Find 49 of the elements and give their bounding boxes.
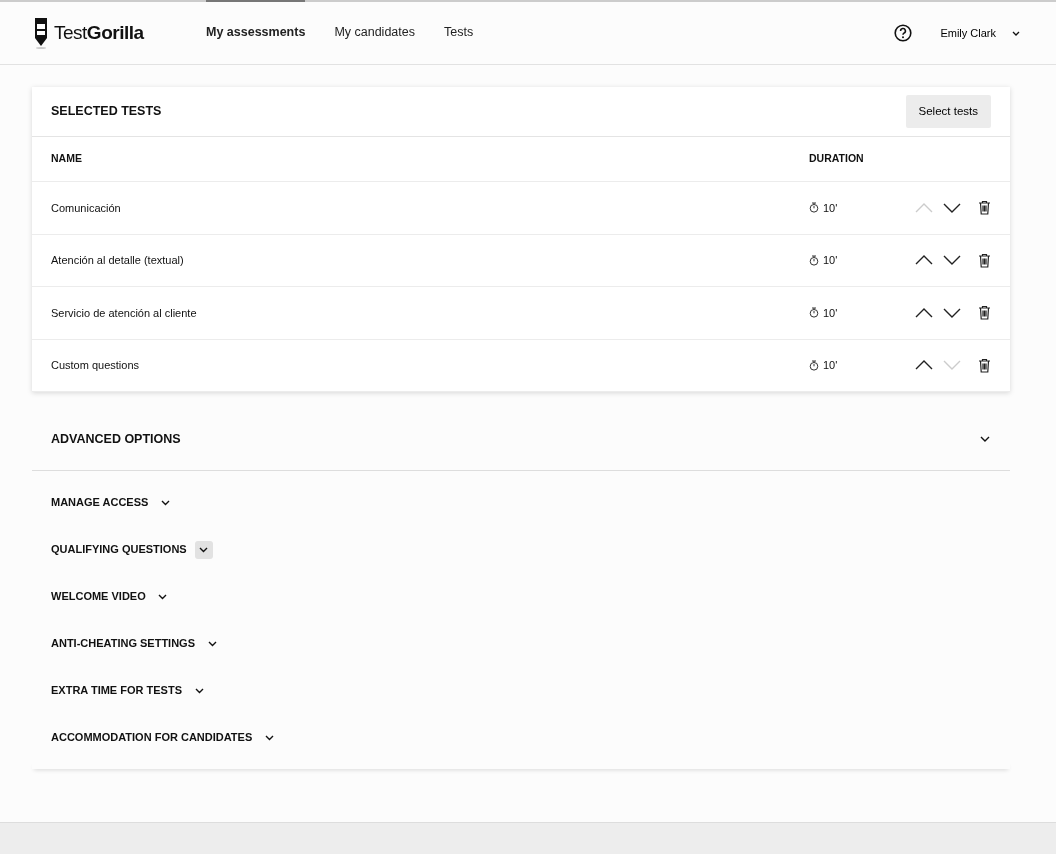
nav-tab[interactable]: My assessments	[206, 0, 306, 64]
help-icon[interactable]	[894, 24, 913, 42]
option-title: MANAGE ACCESS	[51, 495, 149, 511]
option-title: ACCOMMODATION FOR CANDIDATES	[51, 730, 253, 746]
chevron-down-icon	[160, 499, 170, 506]
user-menu[interactable]: Emily Clark	[940, 27, 1020, 39]
test-name: Custom questions	[51, 358, 141, 373]
chevron-down-icon	[158, 593, 168, 600]
duration-text: 10'	[823, 305, 838, 321]
option-title: EXTRA TIME FOR TESTS	[51, 683, 182, 699]
chevron-down-icon	[194, 687, 204, 694]
test-name: Atención al detalle (textual)	[51, 253, 185, 268]
test-name: Comunicación	[51, 200, 122, 216]
chevron-down-icon	[207, 640, 217, 647]
section-title: ADVANCED OPTIONS	[51, 430, 181, 448]
expand-toggle[interactable]	[194, 540, 213, 559]
move-down-button[interactable]	[942, 201, 962, 214]
stopwatch-icon	[809, 254, 819, 266]
section-title: SELECTED TESTS	[51, 103, 162, 121]
stopwatch-icon	[809, 359, 819, 371]
column-header: DURATION	[809, 151, 864, 167]
logo-text[interactable]: TestGorilla	[54, 18, 144, 48]
duration-text: 10'	[823, 200, 838, 216]
duration-text: 10'	[823, 358, 838, 373]
chevron-down-icon	[1012, 30, 1020, 36]
column-header: NAME	[51, 151, 83, 167]
duration-text: 10'	[823, 253, 838, 268]
gorilla-logo-icon	[32, 17, 50, 49]
select-tests-button[interactable]: Select tests	[905, 94, 991, 129]
move-up-button[interactable]	[914, 254, 934, 267]
nav-tab[interactable]: Tests	[444, 0, 474, 64]
delete-icon[interactable]	[978, 252, 991, 268]
delete-icon[interactable]	[978, 305, 991, 321]
expand-toggle[interactable]	[980, 436, 990, 442]
nav-tab[interactable]: My candidates	[334, 0, 415, 64]
test-name: Servicio de atención al cliente	[51, 305, 198, 321]
move-down-button[interactable]	[942, 306, 962, 319]
chevron-down-icon	[264, 734, 274, 741]
move-up-button[interactable]	[914, 359, 934, 372]
stopwatch-icon	[809, 202, 819, 214]
delete-icon[interactable]	[978, 200, 991, 216]
chevron-down-icon	[199, 546, 209, 553]
delete-icon[interactable]	[978, 357, 991, 373]
move-down-button[interactable]	[942, 254, 962, 267]
option-title: WELCOME VIDEO	[51, 589, 146, 605]
option-title: QUALIFYING QUESTIONS	[51, 542, 187, 558]
stopwatch-icon	[809, 307, 819, 319]
move-up-button[interactable]	[914, 306, 934, 319]
option-title: ANTI-CHEATING SETTINGS	[51, 636, 195, 652]
